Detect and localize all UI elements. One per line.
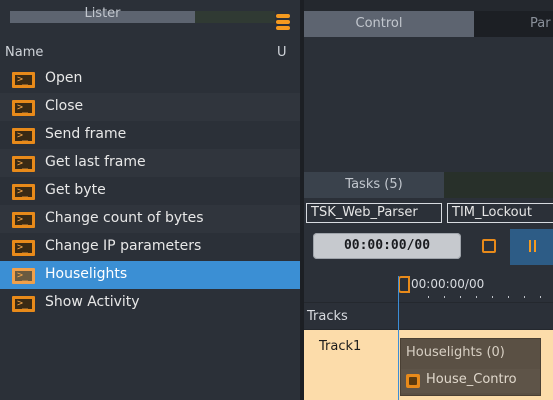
playhead-line (398, 276, 399, 400)
script-icon: >_ (12, 72, 35, 88)
list-item-label: Houselights (45, 266, 128, 282)
list-item[interactable]: >_ Change IP parameters (0, 233, 300, 261)
list-item-label: Open (45, 70, 83, 86)
track-label: Track1 (319, 339, 362, 354)
clip-title: Houselights (0) (406, 345, 505, 360)
column-name-header[interactable]: Name (5, 45, 43, 60)
script-icon: >_ (12, 240, 35, 256)
control-panel-body (304, 37, 553, 172)
list-item-label: Close (45, 98, 84, 114)
tab-control-label: Control (355, 16, 403, 31)
menu-icon[interactable] (276, 14, 290, 30)
script-icon: >_ (12, 156, 35, 172)
ruler-tick (460, 296, 461, 298)
script-icon: >_ (12, 128, 35, 144)
ruler-time-label: 00:00:00/00 (411, 277, 485, 291)
timecode-display[interactable]: 00:00:00/00 (313, 233, 461, 259)
script-icon: >_ (12, 184, 35, 200)
clip-item-label: House_Contro (426, 372, 517, 387)
list-item[interactable]: >_ Show Activity (0, 289, 300, 317)
tab-par-label: Par (530, 16, 551, 31)
ruler-tick (428, 296, 429, 298)
ruler-tick (524, 296, 525, 298)
tab-tasks-label: Tasks (5) (345, 177, 403, 192)
tasks-tab-spacer (444, 172, 553, 198)
task-chip[interactable]: TSK_Web_Parser (306, 203, 442, 223)
list-item-label: Get byte (45, 182, 106, 198)
list-item-label: Change count of bytes (45, 210, 204, 226)
column-u-header[interactable]: U (277, 45, 287, 60)
list-item[interactable]: >_ Close (0, 93, 300, 121)
list-item[interactable]: >_ Change count of bytes (0, 205, 300, 233)
lister-header: Lister (0, 0, 300, 30)
list-item-label: Change IP parameters (45, 238, 202, 254)
list-item[interactable]: >_ Get byte (0, 177, 300, 205)
ruler-tick (444, 296, 445, 298)
list-item-label: Send frame (45, 126, 127, 142)
lister-tab-label: Lister (84, 6, 121, 21)
list-item-selected[interactable]: >_ Houselights (0, 261, 300, 289)
list-item[interactable]: >_ Send frame (0, 121, 300, 149)
list-item-label: Get last frame (45, 154, 146, 170)
ruler-tick (540, 296, 541, 298)
list-item-label: Show Activity (45, 294, 140, 310)
list-item[interactable]: >_ Get last frame (0, 149, 300, 177)
column-header: Name U (0, 42, 300, 63)
script-icon: >_ (12, 212, 35, 228)
pause-icon (529, 240, 537, 252)
loop-checkbox[interactable] (482, 239, 496, 253)
tracks-label: Tracks (307, 309, 348, 324)
script-icon: >_ (12, 100, 35, 116)
playhead-marker[interactable] (398, 276, 410, 293)
ruler-tick (476, 296, 477, 298)
script-icon: >_ (12, 268, 35, 284)
task-chip[interactable]: TIM_Lockout (447, 203, 553, 223)
cue-icon (406, 374, 420, 388)
lister-tab-spacer (195, 11, 275, 23)
lister-panel: Lister Name U >_ Open >_ Close >_ Send f… (0, 0, 300, 400)
script-icon: >_ (12, 296, 35, 312)
ruler-tick (492, 296, 493, 298)
ruler-tick (508, 296, 509, 298)
list-item[interactable]: >_ Open (0, 65, 300, 93)
